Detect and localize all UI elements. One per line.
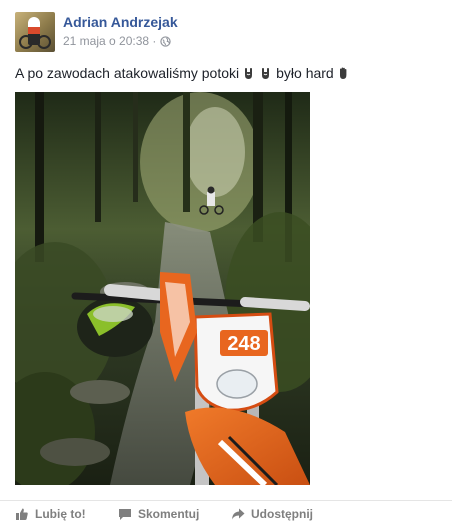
avatar-wheel [37, 35, 51, 49]
post-photo[interactable]: 248 [15, 92, 310, 485]
motocross-photo: 248 [15, 92, 310, 485]
avatar-wheel [19, 35, 33, 49]
like-button[interactable]: Lubię to! [15, 507, 86, 521]
post-timestamp[interactable]: 21 maja o 20:38 · [63, 34, 156, 48]
share-button[interactable]: Udostępnij [231, 507, 313, 521]
like-label: Lubię to! [35, 507, 86, 521]
post-text: A po zawodach atakowaliśmy potoki było h… [15, 65, 351, 81]
post-actions-bar: Lubię to! Skomentuj Udostępnij [0, 500, 452, 529]
post-meta: 21 maja o 20:38 · [63, 34, 172, 48]
thumbs-up-icon [16, 508, 28, 520]
share-label: Udostępnij [251, 507, 313, 521]
waving-hand-emoji [337, 66, 351, 80]
author-name[interactable]: Adrian Andrzejak [63, 14, 178, 30]
rock-hand-emoji [259, 66, 273, 80]
facebook-post: Adrian Andrzejak 21 maja o 20:38 · A po … [0, 0, 452, 528]
comment-button[interactable]: Skomentuj [118, 507, 199, 521]
comment-bubble-icon [119, 509, 131, 520]
comment-label: Skomentuj [138, 507, 200, 521]
post-text-tail: było hard [276, 65, 334, 81]
post-text-main: A po zawodach atakowaliśmy potoki [15, 65, 240, 81]
share-arrow-icon [232, 508, 245, 520]
race-number: 248 [227, 333, 260, 355]
rock-hand-emoji [242, 66, 256, 80]
author-avatar[interactable] [15, 12, 55, 52]
globe-icon[interactable] [160, 35, 172, 47]
